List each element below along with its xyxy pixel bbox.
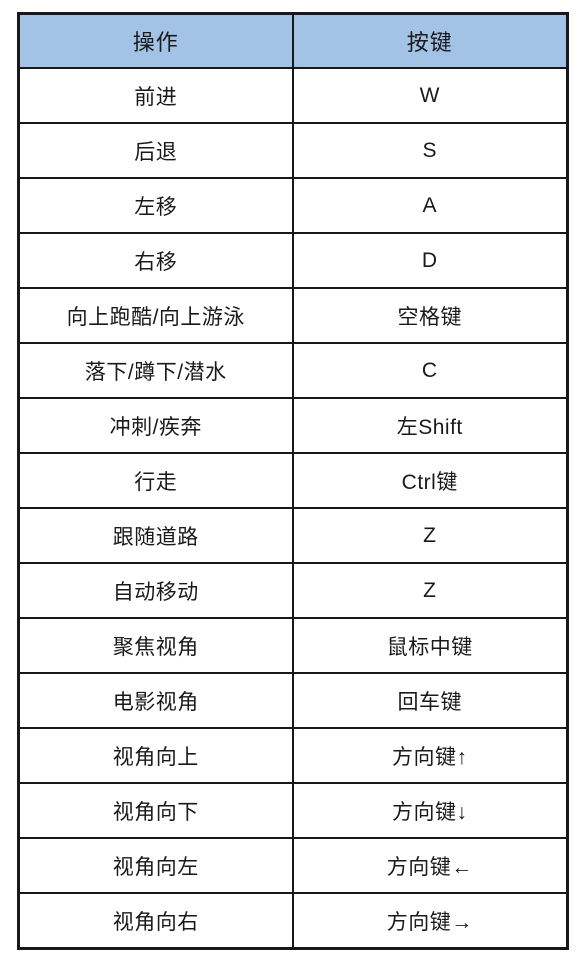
action-cell: 聚焦视角 (17, 617, 294, 674)
column-header-key: 按键 (291, 12, 569, 69)
table-body: 前进 W 后退 S 左移 A 右移 D 向上跑酷/向上游泳 空格键 落下/蹲下/潜水 C 冲刺/疾奔 左S… (17, 67, 569, 950)
action-cell: 视角向左 (17, 837, 294, 894)
key-cell: 回车键 (291, 672, 569, 729)
key-cell: 方向键↓ (291, 782, 569, 839)
key-cell: A (291, 177, 569, 234)
keybindings-table-wrapper: 操作 按键 前进 W 后退 S 左移 A 右移 D 向上跑酷/向上游泳 空格键 落下/蹲下/潜水 C 冲… (17, 12, 569, 950)
table-row: 左移 A (17, 177, 569, 234)
table-row: 电影视角 回车键 (17, 672, 569, 729)
key-cell: Z (291, 507, 569, 564)
table-row: 自动移动 Z (17, 562, 569, 619)
key-cell: 方向键← (291, 837, 569, 894)
key-cell: C (291, 342, 569, 399)
table-row: 视角向左 方向键← (17, 837, 569, 894)
page-root: 操作 按键 前进 W 后退 S 左移 A 右移 D 向上跑酷/向上游泳 空格键 落下/蹲下/潜水 C 冲… (0, 0, 584, 973)
action-cell: 落下/蹲下/潜水 (17, 342, 294, 399)
action-cell: 向上跑酷/向上游泳 (17, 287, 294, 344)
action-cell: 右移 (17, 232, 294, 289)
action-cell: 后退 (17, 122, 294, 179)
key-cell: 左Shift (291, 397, 569, 454)
table-header-row: 操作 按键 (17, 12, 569, 69)
key-cell: D (291, 232, 569, 289)
key-cell: Z (291, 562, 569, 619)
key-cell: 空格键 (291, 287, 569, 344)
keybindings-table: 操作 按键 前进 W 后退 S 左移 A 右移 D 向上跑酷/向上游泳 空格键 落下/蹲下/潜水 C 冲… (17, 12, 569, 950)
table-header: 操作 按键 (17, 12, 569, 69)
table-row: 视角向下 方向键↓ (17, 782, 569, 839)
table-row: 视角向右 方向键→ (17, 892, 569, 950)
key-cell: Ctrl键 (291, 452, 569, 509)
action-cell: 行走 (17, 452, 294, 509)
key-cell: S (291, 122, 569, 179)
key-cell: 鼠标中键 (291, 617, 569, 674)
table-row: 右移 D (17, 232, 569, 289)
action-cell: 视角向上 (17, 727, 294, 784)
action-cell: 电影视角 (17, 672, 294, 729)
key-cell: 方向键↑ (291, 727, 569, 784)
key-cell: W (291, 67, 569, 124)
action-cell: 前进 (17, 67, 294, 124)
key-cell: 方向键→ (291, 892, 569, 950)
table-row: 向上跑酷/向上游泳 空格键 (17, 287, 569, 344)
table-row: 后退 S (17, 122, 569, 179)
action-cell: 冲刺/疾奔 (17, 397, 294, 454)
table-row: 行走 Ctrl键 (17, 452, 569, 509)
action-cell: 自动移动 (17, 562, 294, 619)
action-cell: 左移 (17, 177, 294, 234)
table-row: 视角向上 方向键↑ (17, 727, 569, 784)
table-row: 跟随道路 Z (17, 507, 569, 564)
table-row: 前进 W (17, 67, 569, 124)
column-header-action: 操作 (17, 12, 294, 69)
table-row: 冲刺/疾奔 左Shift (17, 397, 569, 454)
action-cell: 视角向下 (17, 782, 294, 839)
table-row: 聚焦视角 鼠标中键 (17, 617, 569, 674)
action-cell: 跟随道路 (17, 507, 294, 564)
table-row: 落下/蹲下/潜水 C (17, 342, 569, 399)
action-cell: 视角向右 (17, 892, 294, 950)
